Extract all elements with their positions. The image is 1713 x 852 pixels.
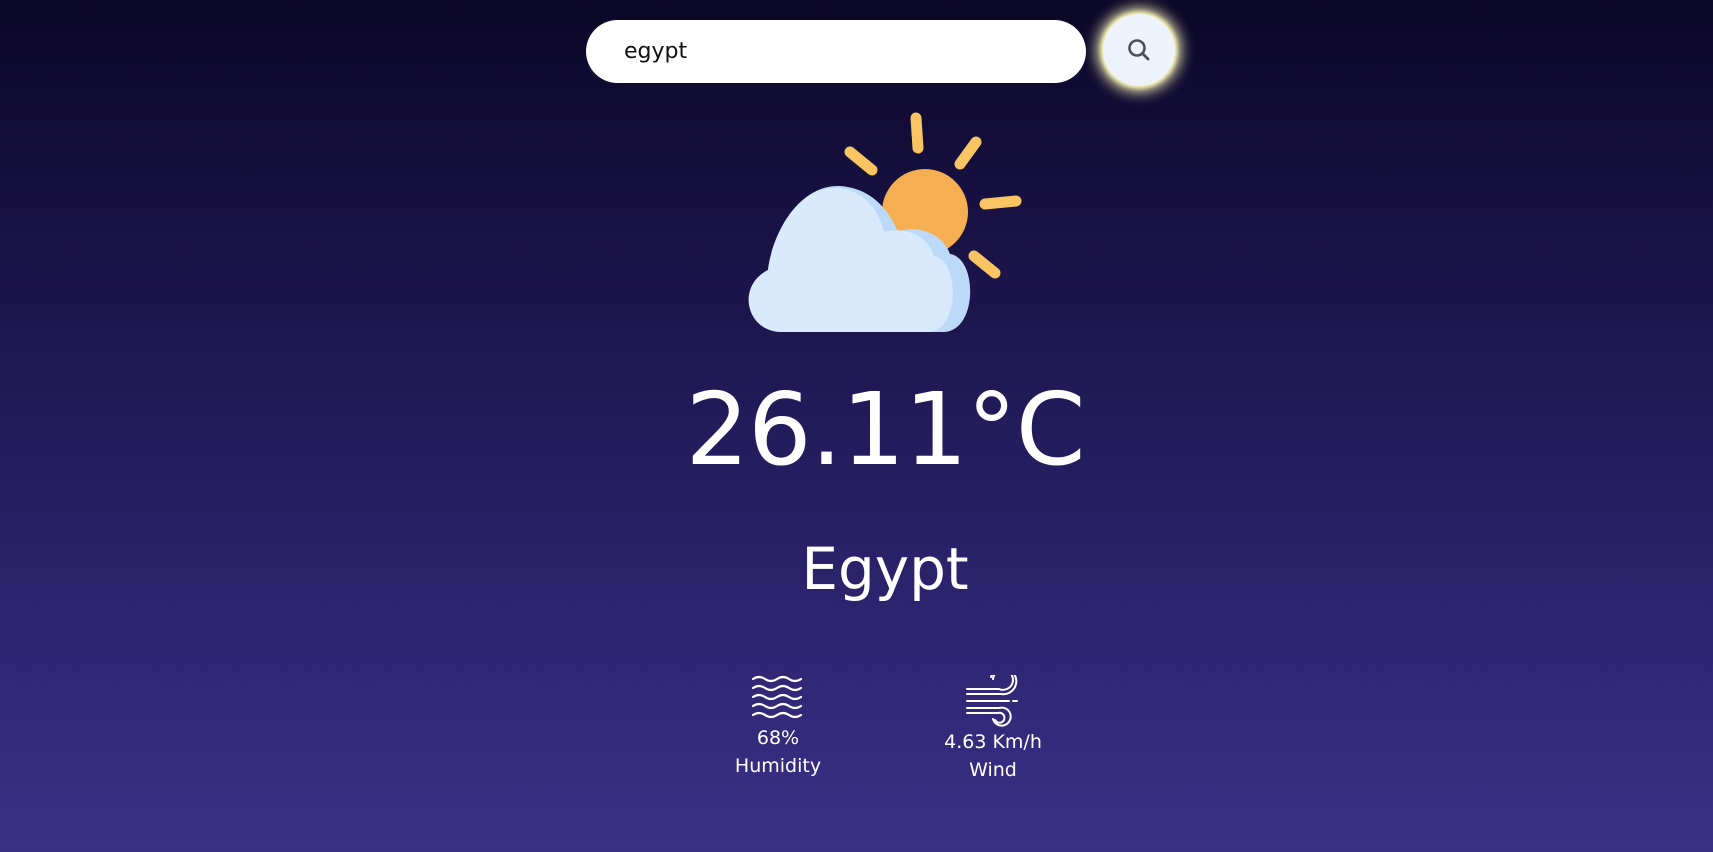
search-button[interactable] [1103, 14, 1175, 86]
city-name: Egypt [801, 535, 969, 603]
wind-label: Wind [969, 758, 1017, 781]
wind-value: 4.63 Km/h [944, 731, 1042, 753]
temperature: 26.11°C [685, 371, 1085, 488]
partly-cloudy-icon [748, 112, 1022, 332]
search-input[interactable] [624, 39, 1048, 64]
search-icon [1128, 39, 1150, 61]
wind-stat: 4.63 Km/h Wind [923, 675, 1063, 784]
humidity-stat: 68% Humidity [723, 675, 833, 780]
humidity-value: 68% [756, 727, 800, 749]
humidity-label: Humidity [734, 754, 822, 777]
wind-icon [966, 675, 1018, 727]
search-bar[interactable] [586, 20, 1086, 83]
humidity-waves-icon [751, 675, 803, 719]
